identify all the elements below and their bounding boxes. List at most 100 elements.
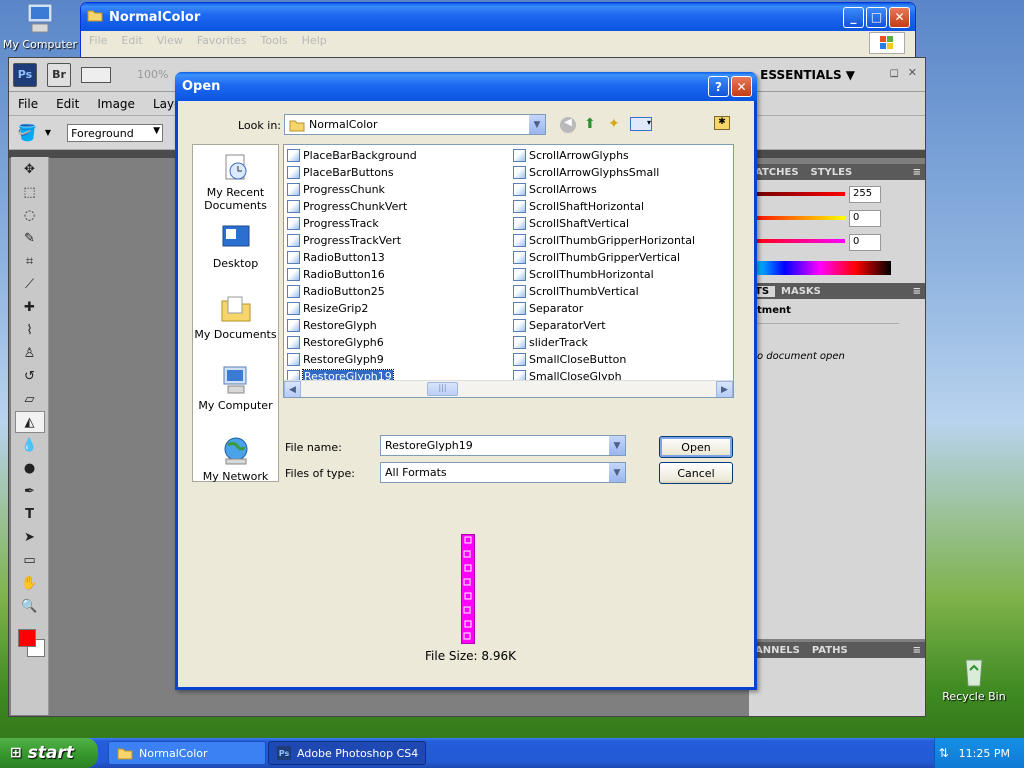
file-item[interactable]: Separator	[513, 300, 695, 317]
hand-tool-icon[interactable]: ✋	[15, 572, 45, 594]
task-photoshop[interactable]: Ps Adobe Photoshop CS4	[268, 741, 426, 765]
place-my-network[interactable]: My Network	[193, 429, 278, 500]
explorer-titlebar[interactable]: NormalColor _ □ ✕	[81, 3, 915, 31]
menu-tools[interactable]: Tools	[261, 34, 288, 47]
dialog-close-button[interactable]: ✕	[731, 76, 752, 97]
file-item[interactable]: ScrollThumbVertical	[513, 283, 695, 300]
stamp-tool-icon[interactable]: ♙	[15, 342, 45, 364]
file-item[interactable]: RestoreGlyph9	[287, 351, 417, 368]
view-extras-icon[interactable]	[81, 66, 111, 83]
move-tool-icon[interactable]: ✥	[15, 158, 45, 180]
ps-menu-image[interactable]: Image	[88, 97, 144, 111]
file-item[interactable]: SmallCloseButton	[513, 351, 695, 368]
desktop-icon-my-computer[interactable]: My Computer	[0, 2, 80, 51]
pen-tool-icon[interactable]: ✒	[15, 480, 45, 502]
menu-help[interactable]: Help	[302, 34, 327, 47]
file-item[interactable]: PlaceBarButtons	[287, 164, 417, 181]
file-item[interactable]: ScrollThumbGripperHorizontal	[513, 232, 695, 249]
ps-close-button[interactable]: ✕	[908, 66, 917, 79]
file-name-input[interactable]: RestoreGlyph19 ▼	[380, 435, 626, 456]
start-button[interactable]: ⊞ start	[0, 738, 98, 768]
view-menu-icon[interactable]: ▾	[630, 117, 652, 131]
ps-logo-button[interactable]: Ps	[13, 62, 37, 87]
eraser-tool-icon[interactable]: ▱	[15, 388, 45, 410]
help-button[interactable]: ?	[708, 76, 729, 97]
file-item[interactable]: ProgressTrackVert	[287, 232, 417, 249]
healing-tool-icon[interactable]: ✚	[15, 296, 45, 318]
marquee-tool-icon[interactable]: ⬚	[15, 181, 45, 203]
quick-select-tool-icon[interactable]: ✎	[15, 227, 45, 249]
lasso-tool-icon[interactable]: ◌	[15, 204, 45, 226]
tab-channels[interactable]: ANNELS	[749, 645, 806, 656]
dodge-tool-icon[interactable]: ●	[15, 457, 45, 479]
task-normalcolor[interactable]: NormalColor	[108, 741, 266, 765]
file-item[interactable]: RadioButton16	[287, 266, 417, 283]
paint-bucket-icon[interactable]: 🪣	[17, 123, 37, 142]
tab-masks[interactable]: MASKS	[775, 286, 827, 297]
paint-bucket-tool-icon[interactable]: ◭	[14, 411, 45, 433]
desktop-icon-recycle-bin[interactable]: Recycle Bin	[934, 654, 1014, 703]
file-item[interactable]: ScrollArrowGlyphs	[513, 147, 695, 164]
file-type-select[interactable]: All Formats ▼	[380, 462, 626, 483]
ps-menu-file[interactable]: File	[9, 97, 47, 111]
file-item[interactable]: PlaceBarBackground	[287, 147, 417, 164]
favorite-folder-icon[interactable]: ✱	[714, 116, 730, 130]
menu-view[interactable]: View	[157, 34, 183, 47]
scroll-right-button[interactable]: ▶	[716, 381, 733, 397]
bridge-button[interactable]: Br	[47, 62, 71, 87]
file-item[interactable]: RestoreGlyph	[287, 317, 417, 334]
crop-tool-icon[interactable]: ⌗	[15, 250, 45, 272]
new-folder-icon[interactable]: ✦	[608, 116, 620, 132]
color-spectrum[interactable]	[749, 261, 891, 275]
file-item[interactable]: ScrollShaftHorizontal	[513, 198, 695, 215]
menu-edit[interactable]: Edit	[121, 34, 142, 47]
file-item[interactable]: RadioButton25	[287, 283, 417, 300]
open-button[interactable]: Open	[659, 436, 733, 458]
look-in-dropdown[interactable]: NormalColor ▼	[284, 114, 546, 135]
dialog-titlebar[interactable]: Open ? ✕	[175, 72, 757, 101]
file-item[interactable]: RestoreGlyph6	[287, 334, 417, 351]
place-recent-documents[interactable]: My Recent Documents	[193, 145, 278, 216]
file-item[interactable]: ScrollThumbHorizontal	[513, 266, 695, 283]
file-item[interactable]: ScrollArrows	[513, 181, 695, 198]
ps-restore-button[interactable]: □	[890, 68, 899, 79]
up-folder-icon[interactable]: ⬆	[584, 116, 596, 132]
zoom-level[interactable]: 100%	[137, 68, 168, 81]
type-tool-icon[interactable]: T	[15, 503, 45, 525]
menu-favorites[interactable]: Favorites	[197, 34, 247, 47]
path-select-tool-icon[interactable]: ➤	[15, 526, 45, 548]
red-slider[interactable]	[749, 192, 845, 196]
scroll-thumb[interactable]: |||	[427, 382, 458, 396]
color-swatches[interactable]	[15, 621, 45, 661]
history-brush-tool-icon[interactable]: ↺	[15, 365, 45, 387]
blue-slider[interactable]	[749, 239, 845, 243]
file-item[interactable]: SeparatorVert	[513, 317, 695, 334]
fill-source-select[interactable]: Foreground ▼	[67, 123, 164, 142]
network-tray-icon[interactable]: ⇅	[939, 746, 949, 760]
menu-file[interactable]: File	[89, 34, 107, 47]
scroll-left-button[interactable]: ◀	[284, 381, 301, 397]
tab-swatches[interactable]: ATCHES	[749, 167, 805, 178]
cancel-button[interactable]: Cancel	[659, 462, 733, 484]
green-value-field[interactable]: 0	[849, 210, 881, 227]
chevron-down-icon[interactable]: ▼	[608, 463, 625, 482]
place-my-computer[interactable]: My Computer	[193, 358, 278, 429]
file-item[interactable]: ScrollArrowGlyphsSmall	[513, 164, 695, 181]
file-item[interactable]: ScrollShaftVertical	[513, 215, 695, 232]
horizontal-scrollbar[interactable]: ◀ ||| ▶	[284, 380, 733, 397]
brush-tool-icon[interactable]: ⌇	[15, 319, 45, 341]
file-item[interactable]: ScrollThumbGripperVertical	[513, 249, 695, 266]
zoom-tool-icon[interactable]: 🔍	[15, 595, 45, 617]
tab-paths[interactable]: PATHS	[806, 645, 854, 656]
maximize-button[interactable]: □	[866, 6, 887, 28]
file-item[interactable]: ProgressTrack	[287, 215, 417, 232]
blur-tool-icon[interactable]: 💧	[15, 434, 45, 456]
green-slider[interactable]	[749, 216, 845, 220]
workspace-switcher[interactable]: ESSENTIALS ▼	[760, 68, 855, 82]
file-item[interactable]: RadioButton13	[287, 249, 417, 266]
blue-value-field[interactable]: 0	[849, 234, 881, 251]
file-item[interactable]: ResizeGrip2	[287, 300, 417, 317]
shape-tool-icon[interactable]: ▭	[15, 549, 45, 571]
panel-menu-icon[interactable]: ≡	[913, 645, 925, 656]
tool-preset-dropdown[interactable]: ▼	[45, 128, 51, 137]
